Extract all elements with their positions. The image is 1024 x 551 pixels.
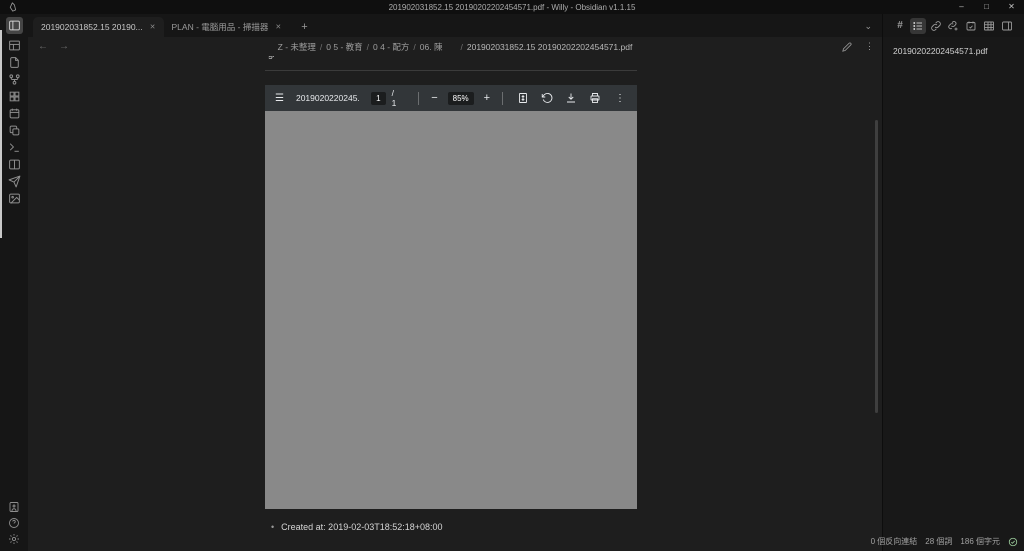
main-pane: 201902031852.15 20190... ✕ PLAN - 電腦用品 -…: [28, 14, 882, 551]
pdf-toolbar-divider: [418, 91, 420, 105]
word-count: 28 個詞: [925, 537, 953, 546]
minimize-button[interactable]: –: [949, 0, 974, 14]
created-at-text: Created at: 2019-02-03T18:52:18+08:00: [281, 522, 443, 532]
breadcrumb-filename[interactable]: 201902031852.15 20190202202454571.pdf: [467, 42, 632, 52]
pdf-page-count: / 1: [391, 88, 397, 108]
breadcrumb-segment[interactable]: 0 4 - 配方: [373, 41, 409, 53]
tab-list-chevron-down-icon[interactable]: ⌄: [864, 22, 872, 31]
content-divider: [265, 70, 637, 71]
tab-bar: 201902031852.15 20190... ✕ PLAN - 電腦用品 -…: [28, 14, 882, 37]
table-icon[interactable]: [6, 37, 23, 54]
pdf-more-icon[interactable]: ⋮: [607, 93, 627, 104]
tab-plan-note[interactable]: PLAN - 電腦用品 - 掃描器 ✕: [164, 17, 290, 37]
ribbon-bottom-icons: [0, 499, 28, 547]
tab-close-icon[interactable]: ✕: [275, 23, 281, 31]
char-count: 186 個字元: [960, 537, 1000, 546]
tab-close-icon[interactable]: ✕: [150, 23, 156, 31]
more-options-icon[interactable]: ⋮: [865, 41, 874, 52]
download-icon[interactable]: [559, 92, 583, 104]
calendar-icon[interactable]: [6, 105, 23, 122]
zoom-in-button[interactable]: +: [480, 92, 494, 104]
left-edge-highlight: [0, 30, 2, 238]
scrolled-text-sliver: g/-: [265, 56, 637, 62]
pdf-toolbar-right: ⋮: [559, 92, 627, 104]
note-view: g/- ☰ 2019020220245... 1 / 1 − 85% +: [28, 56, 882, 551]
maximize-button[interactable]: □: [974, 0, 999, 14]
tab-pdf-note[interactable]: 201902031852.15 20190... ✕: [33, 17, 164, 37]
pdf-embed: ☰ 2019020220245... 1 / 1 − 85% + ⋮: [265, 85, 637, 509]
copy-icon[interactable]: [6, 122, 23, 139]
pdf-toolbar-divider: [502, 91, 503, 105]
obsidian-logo-icon: [9, 2, 19, 12]
forward-arrow-icon[interactable]: →: [59, 41, 69, 52]
tags-icon[interactable]: #: [892, 18, 908, 34]
view-header: ← → Z - 未整理 / 0 5 - 教育 / 0 4 - 配方 / 06. …: [28, 37, 882, 56]
settings-gear-icon[interactable]: [6, 531, 22, 547]
pdf-doc-title: 2019020220245...: [295, 93, 360, 103]
breadcrumb-separator: /: [366, 41, 370, 52]
print-icon[interactable]: [583, 92, 607, 104]
status-bar: 0 個反向連結 28 個詞 186 個字元: [871, 536, 1018, 547]
help-icon[interactable]: [6, 515, 22, 531]
right-sidebar-tabs: #: [883, 14, 1024, 37]
calendar-check-icon[interactable]: [963, 18, 979, 34]
outgoing-links-icon[interactable]: [945, 18, 961, 34]
zoom-level-input[interactable]: 85%: [447, 91, 474, 105]
pdf-toolbar: ☰ 2019020220245... 1 / 1 − 85% + ⋮: [265, 85, 637, 111]
window-controls: – □ ✕: [949, 0, 1024, 14]
titlebar: 201902031852.15 20190202202454571.pdf - …: [0, 0, 1024, 14]
layout-icon[interactable]: [6, 156, 23, 173]
vault-switcher-icon[interactable]: [6, 499, 22, 515]
panel-right-toggle-icon[interactable]: [999, 18, 1015, 34]
window-title: 201902031852.15 20190202202454571.pdf - …: [388, 2, 636, 12]
rotate-ccw-icon[interactable]: [535, 92, 559, 104]
paper-plane-icon[interactable]: [6, 173, 23, 190]
backlink-count: 0 個反向連結: [870, 537, 918, 546]
outline-list-icon[interactable]: [909, 17, 926, 34]
breadcrumb-separator: /: [413, 41, 416, 52]
pdf-page-input[interactable]: 1: [371, 91, 386, 105]
ribbon-icons: [0, 14, 28, 207]
new-tab-button[interactable]: +: [301, 22, 307, 33]
graph-icon[interactable]: [6, 71, 23, 88]
breadcrumb-separator: /: [319, 41, 323, 52]
breadcrumb-segment[interactable]: 06. 陳: [420, 41, 443, 53]
vertical-scrollbar[interactable]: [875, 120, 878, 413]
history-nav: ← →: [38, 41, 69, 52]
table-grid-icon[interactable]: [981, 18, 997, 34]
back-arrow-icon[interactable]: ←: [38, 41, 48, 52]
tab-label: 201902031852.15 20190...: [41, 22, 143, 32]
terminal-icon[interactable]: [6, 139, 23, 156]
linked-file-title[interactable]: 20190202202454571.pdf: [883, 37, 1024, 56]
app-window: 201902031852.15 20190202202454571.pdf - …: [0, 0, 1024, 551]
note-content: g/- ☰ 2019020220245... 1 / 1 − 85% +: [265, 56, 637, 532]
close-button[interactable]: ✕: [999, 0, 1024, 14]
breadcrumb-segment[interactable]: 0 5 - 教育: [326, 41, 362, 53]
view-header-actions: ⋮: [842, 41, 874, 52]
breadcrumb-separator: /: [460, 41, 463, 52]
pdf-menu-icon[interactable]: ☰: [275, 93, 284, 104]
left-ribbon: [0, 14, 28, 551]
new-note-icon[interactable]: [6, 54, 23, 71]
edit-pencil-icon[interactable]: [842, 42, 852, 52]
breadcrumb: Z - 未整理 / 0 5 - 教育 / 0 4 - 配方 / 06. 陳 / …: [278, 41, 633, 53]
backlinks-icon[interactable]: [928, 18, 944, 34]
breadcrumb-segment[interactable]: Z - 未整理: [278, 41, 316, 53]
panel-left-toggle-icon[interactable]: [5, 17, 23, 34]
tab-label: PLAN - 電腦用品 - 掃描器: [171, 22, 269, 32]
grid-icon[interactable]: [6, 88, 23, 105]
created-at-list-item: • Created at: 2019-02-03T18:52:18+08:00: [265, 522, 637, 532]
sync-check-icon: [1008, 537, 1018, 547]
image-icon[interactable]: [6, 190, 23, 207]
right-sidebar: # 20190202202454571.pdf 0 個反向連結 28 個詞 18…: [871, 14, 1024, 551]
bullet-icon: •: [271, 522, 275, 532]
zoom-out-button[interactable]: −: [427, 92, 441, 104]
workspace: 201902031852.15 20190... ✕ PLAN - 電腦用品 -…: [0, 14, 1024, 551]
fit-to-page-icon[interactable]: [511, 92, 535, 104]
pdf-page: [265, 111, 637, 509]
